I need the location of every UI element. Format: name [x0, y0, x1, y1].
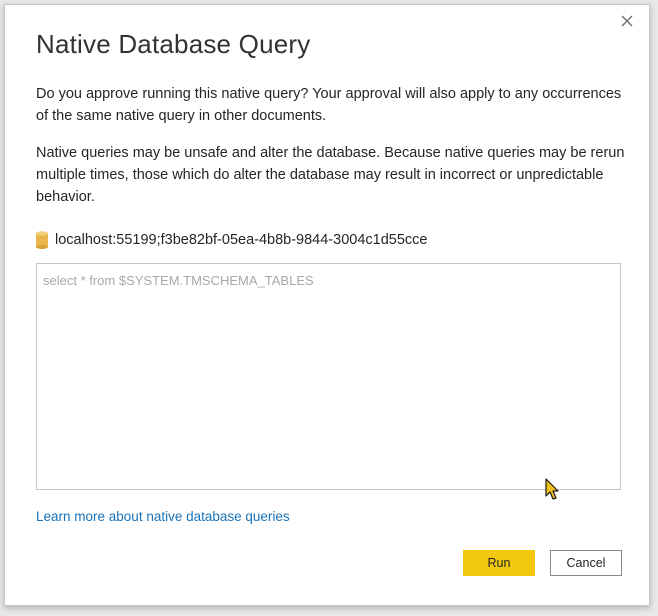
approval-message: Do you approve running this native query…	[36, 86, 622, 124]
data-source-label: localhost:55199;f3be82bf-05ea-4b8b-9844-…	[55, 232, 428, 248]
close-button[interactable]	[617, 11, 637, 31]
close-icon	[621, 15, 633, 27]
data-source-row: localhost:55199;f3be82bf-05ea-4b8b-9844-…	[36, 229, 427, 251]
learn-more-link[interactable]: Learn more about native database queries	[36, 509, 290, 524]
mouse-pointer-icon	[545, 478, 561, 502]
dialog-title: Native Database Query	[36, 29, 311, 59]
query-text-area[interactable]: select * from $SYSTEM.TMSCHEMA_TABLES	[36, 263, 621, 490]
warning-message: Native queries may be unsafe and alter t…	[36, 145, 625, 205]
database-icon	[36, 231, 48, 249]
cancel-button[interactable]: Cancel	[550, 550, 622, 576]
run-button[interactable]: Run	[463, 550, 535, 576]
native-query-dialog: Native Database Query Do you approve run…	[4, 4, 650, 606]
